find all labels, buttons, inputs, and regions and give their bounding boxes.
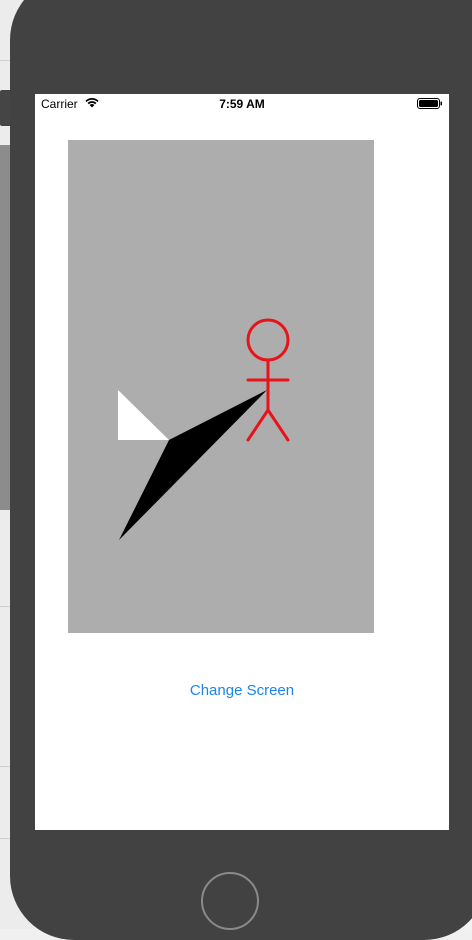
home-button-circle[interactable] xyxy=(201,872,259,930)
stick-figure xyxy=(246,318,290,442)
status-time: 7:59 AM xyxy=(219,97,265,111)
sword-shape xyxy=(119,390,267,540)
battery-full-icon xyxy=(417,98,442,109)
drawing-canvas xyxy=(68,140,374,633)
stick-figure-right-leg xyxy=(266,408,290,442)
stick-figure-head xyxy=(246,318,290,362)
status-bar: Carrier 7:59 AM xyxy=(35,94,449,114)
stick-figure-left-leg xyxy=(246,408,270,442)
simulator-screen: Carrier 7:59 AM Change Screen xyxy=(35,94,449,830)
change-screen-button[interactable]: Change Screen xyxy=(35,682,449,699)
drawing-svg xyxy=(118,318,290,540)
blade-tip-shape xyxy=(118,390,169,440)
